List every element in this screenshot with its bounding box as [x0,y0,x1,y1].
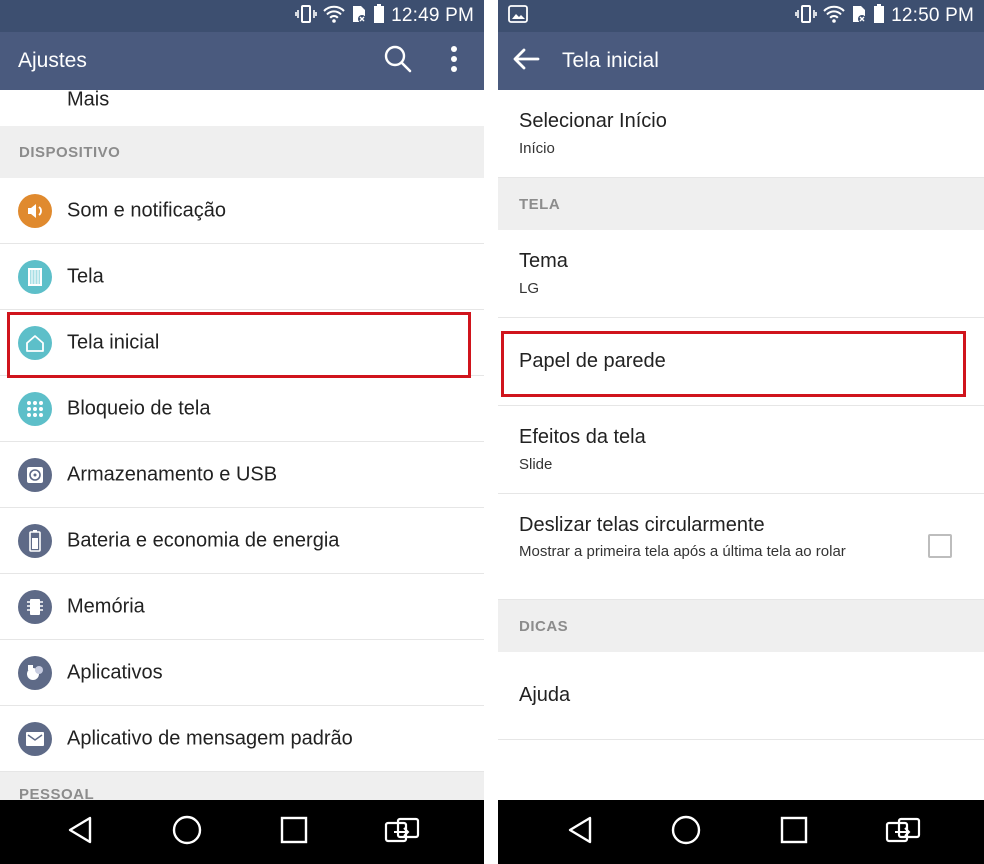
overflow-menu-button[interactable] [434,41,474,81]
message-icon [18,721,52,756]
vibrate-icon [795,4,817,29]
vibrate-icon [295,4,317,29]
recents-square-icon [780,816,808,849]
sim-no-signal-icon [351,4,367,29]
navigation-bar [0,800,484,864]
arrow-left-icon [512,48,540,75]
settings-item-label: Som e notificação [67,199,226,221]
settings-item-label: Mais [67,90,110,111]
app-bar: Tela inicial [498,32,984,90]
settings-item-apps[interactable]: Aplicativos [0,640,484,706]
settings-item-label: Bloqueio de tela [67,397,211,419]
wifi-icon [823,5,845,28]
help-item[interactable]: Ajuda [498,652,984,740]
battery-status-icon [873,3,885,29]
settings-item-memory[interactable]: Memória [0,574,484,640]
status-clock: 12:49 PM [391,5,474,26]
theme-item[interactable]: Tema LG [498,230,984,318]
item-summary: LG [519,280,540,297]
home-button[interactable] [666,812,706,852]
circular-scroll-item[interactable]: Deslizar telas circularmente Mostrar a p… [498,494,984,600]
display-icon [18,259,52,294]
back-button[interactable] [560,812,600,852]
settings-item-more[interactable]: Mais [0,90,484,126]
speaker-icon [18,193,52,228]
back-triangle-icon [567,816,593,849]
screen-effects-item[interactable]: Efeitos da tela Slide [498,406,984,494]
item-title: Selecionar Início [519,110,667,132]
settings-item-battery[interactable]: Bateria e economia de energia [0,508,484,574]
lock-grid-icon [18,391,52,426]
settings-item-default-messaging[interactable]: Aplicativo de mensagem padrão [0,706,484,772]
item-title: Ajuda [519,684,571,706]
page-title: Ajustes [18,49,87,72]
settings-item-lock-screen[interactable]: Bloqueio de tela [0,376,484,442]
section-header-tips: DICAS [498,600,984,652]
recents-button[interactable] [274,812,314,852]
dual-window-button[interactable] [382,812,422,852]
settings-item-label: Aplicativos [67,661,163,683]
section-header-personal: PESSOAL [0,772,484,800]
settings-item-sound[interactable]: Som e notificação [0,178,484,244]
panel-divider [484,0,498,864]
item-summary: Slide [519,456,553,473]
settings-item-display[interactable]: Tela [0,244,484,310]
settings-list[interactable]: Mais DISPOSITIVO Som e notificação Tela … [0,90,484,800]
recents-square-icon [280,816,308,849]
section-header-screen: TELA [498,178,984,230]
settings-item-label: Bateria e economia de energia [67,529,340,551]
dual-window-icon [384,817,420,848]
navigation-bar [498,800,984,864]
home-button[interactable] [167,812,207,852]
home-circle-icon [671,815,701,850]
memory-chip-icon [18,589,52,624]
dual-window-button[interactable] [883,812,923,852]
search-button[interactable] [378,41,418,81]
home-settings-list[interactable]: Selecionar Início Início TELA Tema LG Pa… [498,90,984,800]
more-vertical-icon [450,45,458,78]
section-header-device: DISPOSITIVO [0,126,484,178]
battery-icon [18,523,52,558]
status-bar: 12:50 PM [498,0,984,32]
highlight-box [7,312,471,378]
settings-item-label: Armazenamento e USB [67,463,278,485]
settings-item-label: Tela [67,265,104,287]
back-triangle-icon [67,816,93,849]
item-summary: Início [519,140,555,157]
app-bar: Ajustes [0,32,484,90]
settings-item-storage[interactable]: Armazenamento e USB [0,442,484,508]
circular-scroll-checkbox[interactable] [928,534,952,558]
item-title: Efeitos da tela [519,426,646,448]
wifi-icon [323,5,345,28]
back-button[interactable] [60,812,100,852]
settings-screen: 12:49 PM Ajustes Mais DISPOSITIVO Som e … [0,0,484,864]
item-title: Tema [519,250,568,272]
battery-status-icon [373,3,385,29]
page-title: Tela inicial [562,49,659,72]
item-title: Deslizar telas circularmente [519,514,765,536]
settings-item-label: Memória [67,595,145,617]
home-screen-settings: 12:50 PM Tela inicial Selecionar Início … [498,0,984,864]
item-summary: Mostrar a primeira tela após a última te… [519,543,846,560]
search-icon [383,44,413,79]
back-arrow-button[interactable] [506,41,546,81]
settings-item-label: Aplicativo de mensagem padrão [67,727,353,749]
storage-icon [18,457,52,492]
sim-no-signal-icon [851,4,867,29]
apps-icon [18,655,52,690]
home-circle-icon [172,815,202,850]
status-clock: 12:50 PM [891,5,974,26]
gallery-notification-icon [508,4,528,28]
dual-window-icon [885,817,921,848]
recents-button[interactable] [774,812,814,852]
select-home-item[interactable]: Selecionar Início Início [498,90,984,178]
status-bar: 12:49 PM [0,0,484,32]
highlight-box [501,331,966,397]
